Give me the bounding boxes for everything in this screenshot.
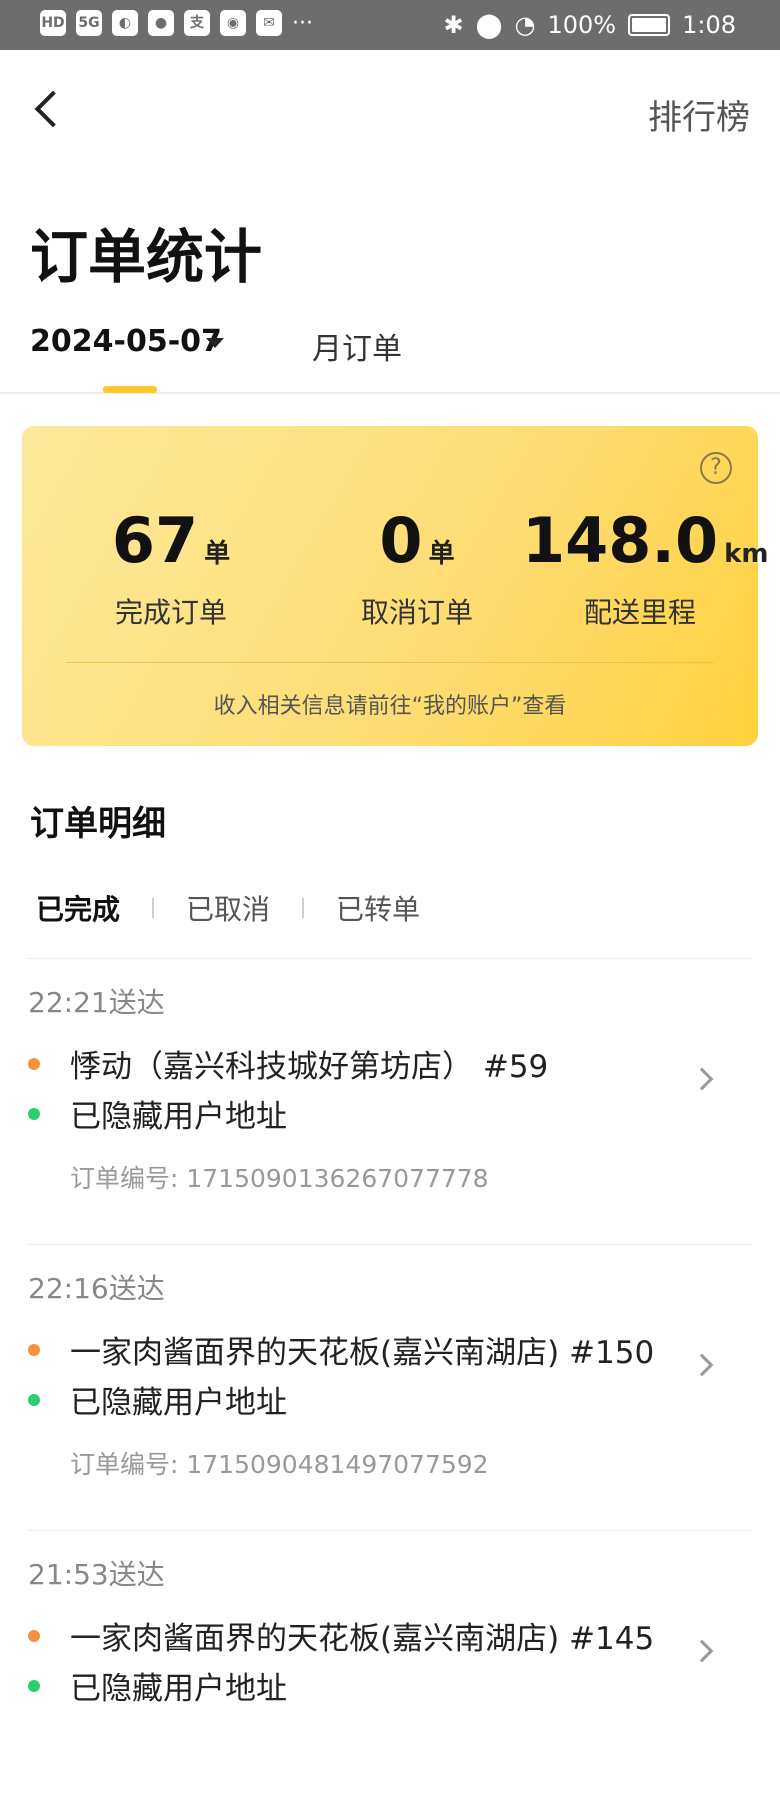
status-icons-left: HD 5G ◐ ● 支 ◉ ✉ ··· [40,10,313,36]
address-line: 已隐藏用户地址 [28,1377,287,1422]
back-arrow-icon[interactable] [30,86,70,134]
order-number: 订单编号: 1715090481497077592 [70,1450,489,1479]
card-divider [66,662,714,663]
battery-percent: 100% [547,11,617,39]
ranking-link[interactable]: 排行榜 [648,90,750,139]
message-icon: ● [148,10,174,36]
page-title: 订单统计 [30,223,263,291]
income-note: 收入相关信息请前往“我的账户”查看 [213,694,567,719]
alipay-icon: 支 [184,10,210,36]
address-line: 已隐藏用户地址 [28,1663,287,1708]
clock: 1:08 [682,11,736,39]
completed-unit: 单 [204,539,231,569]
shop-name: 一家肉酱面界的天花板(嘉兴南湖店) #150 [70,1335,655,1371]
order-number: 订单编号: 1715090136267077778 [70,1164,489,1193]
address-dot-icon [28,1393,40,1406]
order-item[interactable]: 21:53送达 一家肉酱面界的天花板(嘉兴南湖店) #145 已隐藏用户地址 [28,1531,752,1817]
customer-address: 已隐藏用户地址 [70,1099,287,1135]
bluetooth-icon: ✱ [443,11,464,39]
address-dot-icon [28,1679,40,1692]
mail-icon: ✉ [256,10,282,36]
shop-line: 一家肉酱面界的天花板(嘉兴南湖店) #145 [28,1613,654,1658]
stat-canceled: 0单 取消订单 [322,504,512,631]
stat-completed: 67 单 完成订单 [76,504,266,631]
tab-month-orders[interactable]: 月订单 [312,324,402,368]
battery-icon [628,14,671,36]
more-icon: ··· [292,10,313,36]
caret-down-icon[interactable] [206,338,224,348]
tab-completed[interactable]: 已完成 [36,888,120,928]
canceled-label: 取消订单 [360,596,473,629]
active-tab-indicator [103,386,157,393]
order-list: 22:21送达 悸动（嘉兴科技城好第坊店） #59 已隐藏用户地址 订单编号: … [28,958,752,1817]
status-bar: HD 5G ◐ ● 支 ◉ ✉ ··· ✱ ⬤ ◔ 100% 1:08 [0,0,780,50]
delivery-time: 22:21送达 [28,986,165,1019]
chevron-right-icon[interactable] [690,1067,714,1091]
chevron-right-icon[interactable] [690,1353,714,1377]
delivery-time: 22:16送达 [28,1272,165,1305]
status-icons-right: ✱ ⬤ ◔ 100% 1:08 [444,11,736,39]
completed-count: 67 [111,504,199,577]
delivery-time: 21:53送达 [28,1558,165,1591]
shop-dot-icon [28,1057,40,1070]
shop-name: 悸动（嘉兴科技城好第坊店） #59 [70,1049,549,1085]
status-tabs: 已完成 已取消 已转单 [36,888,420,928]
tab-transferred[interactable]: 已转单 [336,888,420,928]
shop-dot-icon [28,1629,40,1642]
5g-icon: 5G [76,10,102,36]
address-line: 已隐藏用户地址 [28,1091,287,1136]
date-selector[interactable]: 2024-05-07 [30,324,222,359]
customer-address: 已隐藏用户地址 [70,1671,287,1707]
canceled-count: 0 [379,504,423,577]
chevron-right-icon[interactable] [690,1639,714,1663]
order-item[interactable]: 22:16送达 一家肉酱面界的天花板(嘉兴南湖店) #150 已隐藏用户地址 订… [28,1245,752,1531]
distance-unit: km [724,539,769,569]
weibo-icon: ◉ [220,10,246,36]
nav-bar: 排行榜 [0,50,780,170]
help-icon[interactable]: ? [700,452,732,484]
customer-address: 已隐藏用户地址 [70,1385,287,1421]
shop-line: 一家肉酱面界的天花板(嘉兴南湖店) #150 [28,1327,654,1372]
app-icon: ◐ [112,10,138,36]
tab-divider [152,898,155,918]
canceled-unit: 单 [428,539,455,569]
details-title: 订单明细 [30,804,166,844]
shop-name: 一家肉酱面界的天花板(嘉兴南湖店) #145 [70,1621,655,1657]
completed-label: 完成订单 [114,596,227,629]
order-item[interactable]: 22:21送达 悸动（嘉兴科技城好第坊店） #59 已隐藏用户地址 订单编号: … [28,959,752,1245]
shop-dot-icon [28,1343,40,1356]
tab-divider [302,898,305,918]
summary-card: ? 67 单 完成订单 0单 取消订单 148.0 km 配送里程 收入相关信息请前… [22,426,769,746]
date-tabs: 2024-05-07 月订单 [0,300,780,394]
shop-line: 悸动（嘉兴科技城好第坊店） #59 [28,1041,548,1086]
distance-label: 配送里程 [583,596,696,629]
hd-icon: HD [40,10,66,36]
stat-distance: 148.0 km 配送里程 [522,504,769,631]
address-dot-icon [28,1107,40,1120]
location-icon: ⬤ [475,11,503,39]
tab-canceled[interactable]: 已取消 [186,888,270,928]
speed-icon: ◔ [514,11,536,39]
distance-value: 148.0 [522,504,719,577]
